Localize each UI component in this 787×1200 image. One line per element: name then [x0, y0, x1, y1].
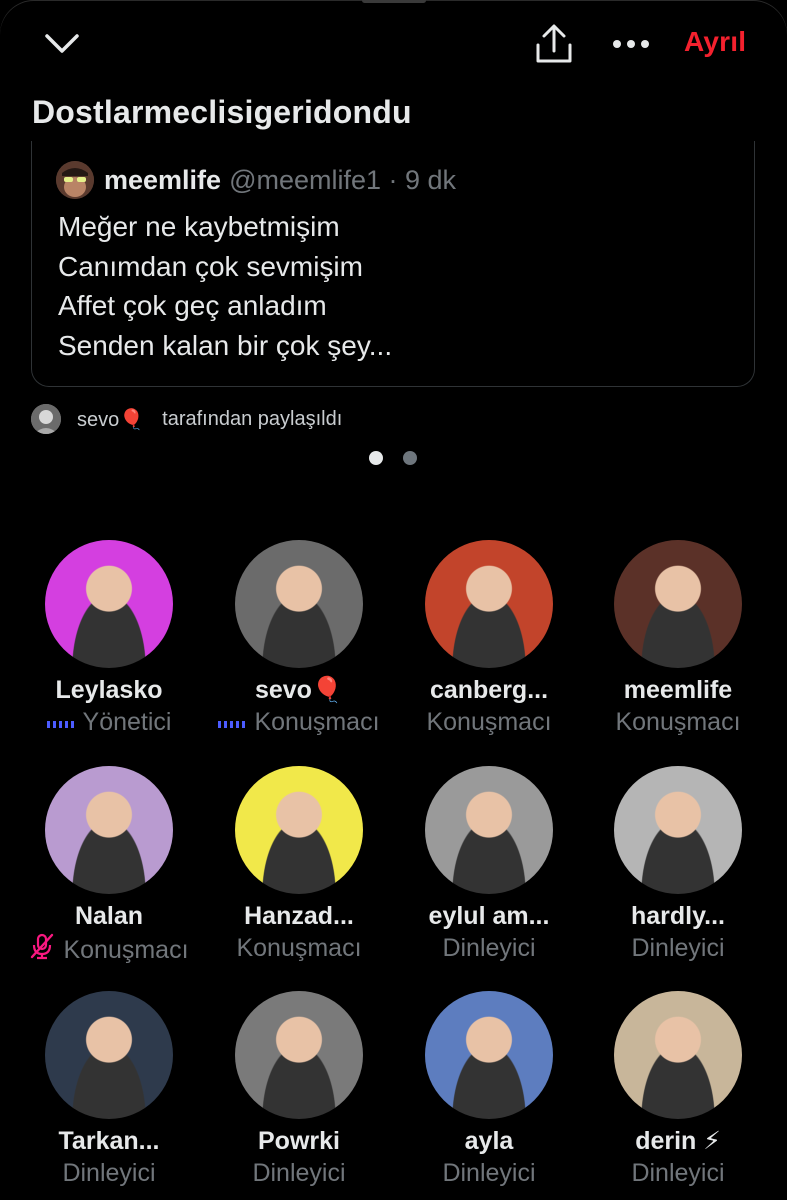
- tweet-author-avatar[interactable]: [56, 161, 94, 199]
- participant-name: Powrki: [258, 1127, 340, 1155]
- tweet-text: Meğer ne kaybetmişim Canımdan çok sevmiş…: [58, 207, 392, 365]
- participant-role-label: Konuşmacı: [254, 708, 380, 736]
- participant-name: eylul am...: [428, 902, 550, 930]
- participant-name: Nalan: [74, 902, 144, 930]
- shared-by-row: sevo🎈 tarafından paylaşıldı: [31, 404, 342, 434]
- participant[interactable]: Powrki Dinleyici: [204, 991, 394, 1189]
- participant-name: hardly...: [630, 902, 725, 930]
- participant-role-label: Yönetici: [82, 708, 172, 736]
- participant-role: Konuşmacı: [204, 932, 394, 964]
- participant-avatar[interactable]: [425, 991, 553, 1119]
- participant-avatar[interactable]: [614, 991, 742, 1119]
- participant-role-label: Dinleyici: [631, 1159, 725, 1187]
- participant-avatar[interactable]: [45, 766, 173, 894]
- tweet-line: Canımdan çok sevmişim: [58, 250, 363, 282]
- participant-name: Hanzad...: [244, 902, 354, 930]
- participant-avatar[interactable]: [614, 766, 742, 894]
- participant-role: Konuşmacı: [14, 932, 204, 968]
- participant[interactable]: sevo🎈 Konuşmacı: [204, 540, 394, 738]
- participant-role: Dinleyici: [394, 932, 584, 964]
- more-options-icon[interactable]: [608, 24, 654, 64]
- tweet-line: Meğer ne kaybetmişim: [58, 211, 340, 242]
- participant-role-label: Konuşmacı: [426, 708, 552, 736]
- participant-role: Yönetici: [14, 706, 204, 738]
- tweet-header: meemlife @meemlife1 · 9 dk: [56, 161, 456, 199]
- participant-role: Dinleyici: [583, 932, 773, 964]
- participant[interactable]: hardly... Dinleyici: [583, 766, 773, 964]
- pinned-tweet-card[interactable]: meemlife @meemlife1 · 9 dk Meğer ne kayb…: [31, 141, 755, 387]
- participant-name: meemlife: [623, 676, 733, 704]
- participant[interactable]: Tarkan... Dinleyici: [14, 991, 204, 1189]
- participant-avatar[interactable]: [614, 540, 742, 668]
- participant-role-label: Konuşmacı: [236, 934, 362, 962]
- mic-muted-icon: [29, 932, 55, 968]
- tweet-line: Senden kalan bir çok şey...: [58, 329, 393, 361]
- tweet-author-handle: @meemlife1 · 9 dk: [229, 164, 457, 195]
- participant-role-label: Dinleyici: [631, 934, 725, 962]
- participant[interactable]: canberg... Konuşmacı: [394, 540, 584, 738]
- participant-role: Dinleyici: [394, 1157, 584, 1189]
- shared-by-suffix: tarafından paylaşıldı: [162, 407, 343, 430]
- participant-name: Leylasko: [55, 676, 163, 704]
- participant[interactable]: Leylasko Yönetici: [14, 540, 204, 738]
- speaking-bars-icon: [46, 706, 75, 738]
- participant-name: Tarkan...: [58, 1127, 160, 1155]
- space-sheet: Ayrıl Dostlarmeclisigeridondu meemlife @…: [0, 0, 787, 1200]
- participant[interactable]: derin ⚡ Dinleyici: [583, 991, 773, 1189]
- sharer-name[interactable]: sevo🎈: [77, 407, 144, 432]
- participant-name: derin ⚡: [635, 1127, 721, 1155]
- participant-role-label: Dinleyici: [442, 934, 536, 962]
- participant-avatar[interactable]: [235, 540, 363, 668]
- carousel-pager: [369, 451, 417, 465]
- participant-avatar[interactable]: [235, 991, 363, 1119]
- participant-role-label: Dinleyici: [252, 1159, 346, 1187]
- participant[interactable]: ayla Dinleyici: [394, 991, 584, 1189]
- pager-dot-active[interactable]: [369, 451, 383, 465]
- top-bar: Ayrıl: [0, 0, 787, 90]
- participant-avatar[interactable]: [235, 766, 363, 894]
- tweet-line: Affet çok geç anladım: [58, 290, 327, 321]
- collapse-chevron-down-icon[interactable]: [40, 24, 84, 64]
- share-icon[interactable]: [530, 20, 578, 68]
- participant-role: Dinleyici: [583, 1157, 773, 1189]
- participant-name: ayla: [464, 1127, 514, 1155]
- participant-name: canberg...: [429, 676, 549, 704]
- participant[interactable]: meemlife Konuşmacı: [583, 540, 773, 738]
- participant-role-label: Dinleyici: [62, 1159, 156, 1187]
- participant-role: Konuşmacı: [583, 706, 773, 738]
- participant-avatar[interactable]: [425, 766, 553, 894]
- participant-role: Konuşmacı: [204, 706, 394, 738]
- participant-avatar[interactable]: [45, 991, 173, 1119]
- participant[interactable]: Hanzad... Konuşmacı: [204, 766, 394, 964]
- participant[interactable]: eylul am... Dinleyici: [394, 766, 584, 964]
- sharer-avatar[interactable]: [31, 404, 61, 434]
- space-title: Dostlarmeclisigeridondu: [32, 94, 412, 130]
- pager-dot[interactable]: [403, 451, 417, 465]
- participant-role-label: Konuşmacı: [615, 708, 741, 736]
- participant-role: Dinleyici: [14, 1157, 204, 1189]
- participant-role-label: Konuşmacı: [63, 936, 189, 964]
- participant[interactable]: Nalan Konuşmacı: [14, 766, 204, 968]
- participant-avatar[interactable]: [45, 540, 173, 668]
- leave-button[interactable]: Ayrıl: [684, 26, 746, 58]
- tweet-author-name[interactable]: meemlife: [104, 165, 221, 196]
- participant-avatar[interactable]: [425, 540, 553, 668]
- participant-name: sevo🎈: [254, 676, 344, 704]
- participant-role: Konuşmacı: [394, 706, 584, 738]
- speaking-bars-icon: [218, 706, 246, 738]
- participant-role: Dinleyici: [204, 1157, 394, 1189]
- participant-role-label: Dinleyici: [442, 1159, 536, 1187]
